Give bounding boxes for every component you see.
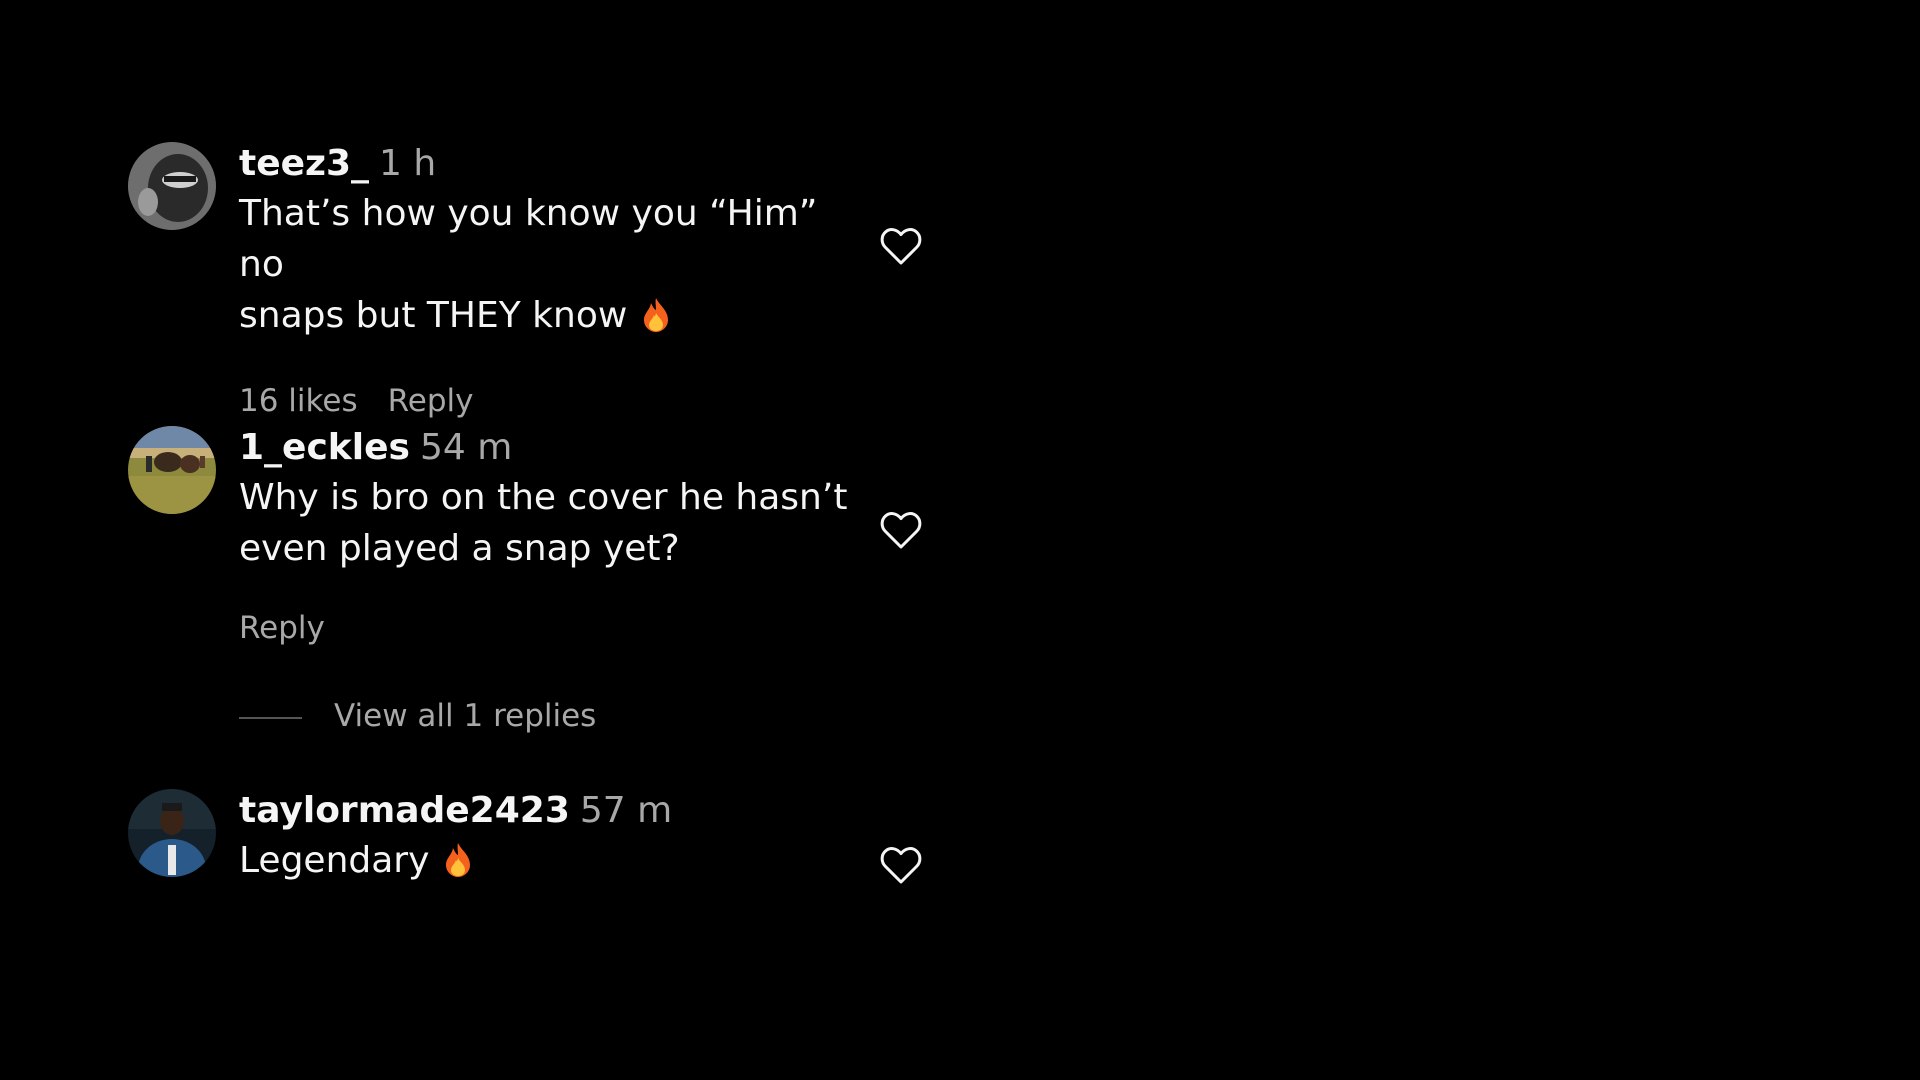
like-button[interactable] — [877, 506, 925, 554]
heart-outline-icon — [880, 228, 922, 265]
comment-text-line-with-emoji: Legendary — [239, 835, 859, 892]
comment-text-line: Why is bro on the cover he hasn’t — [239, 477, 848, 518]
reply-button[interactable]: Reply — [239, 608, 325, 648]
like-button[interactable] — [877, 222, 925, 270]
like-button[interactable] — [877, 841, 925, 889]
divider-line — [239, 716, 302, 719]
comment-header: 1_eckles 54 m — [239, 426, 999, 470]
comment-time: 54 m — [419, 427, 513, 468]
comment-header: teez3_ 1 h — [239, 142, 999, 186]
reply-button[interactable]: Reply — [388, 381, 474, 421]
avatar-image — [128, 142, 216, 230]
comment-time: 57 m — [579, 790, 673, 831]
comment-text-line: even played a snap yet? — [239, 528, 680, 569]
view-replies-label: View all 1 replies — [334, 698, 597, 734]
avatar[interactable] — [128, 789, 216, 877]
heart-outline-icon — [880, 512, 922, 549]
fire-icon — [443, 841, 473, 892]
fire-icon — [641, 296, 671, 347]
comment-actions: Reply — [239, 608, 999, 648]
username[interactable]: taylormade2423 — [239, 790, 570, 831]
comment-text: Why is bro on the cover he hasn’t even p… — [239, 472, 859, 574]
avatar[interactable] — [128, 426, 216, 514]
avatar-image — [128, 789, 216, 877]
view-replies-button[interactable]: View all 1 replies — [239, 696, 596, 736]
username[interactable]: teez3_ — [239, 143, 369, 184]
comment-text-line: That’s how you know you “Him” no — [239, 193, 818, 285]
comment-text-line-with-emoji: snaps but THEY know — [239, 290, 859, 347]
username[interactable]: 1_eckles — [239, 427, 410, 468]
comment-text: That’s how you know you “Him” no snaps b… — [239, 188, 859, 347]
likes-count[interactable]: 16 likes — [239, 381, 358, 421]
comment-text: Legendary — [239, 835, 859, 892]
comment-header: taylormade2423 57 m — [239, 789, 999, 833]
avatar-image — [128, 426, 216, 514]
heart-outline-icon — [880, 847, 922, 884]
comment-text-line: Legendary — [239, 840, 430, 881]
avatar[interactable] — [128, 142, 216, 230]
comment-text-line: snaps but THEY know — [239, 295, 628, 336]
comment-actions: 16 likes Reply — [239, 381, 999, 421]
comment-body: teez3_ 1 h That’s how you know you “Him” … — [239, 142, 999, 421]
comment-time: 1 h — [379, 143, 437, 184]
